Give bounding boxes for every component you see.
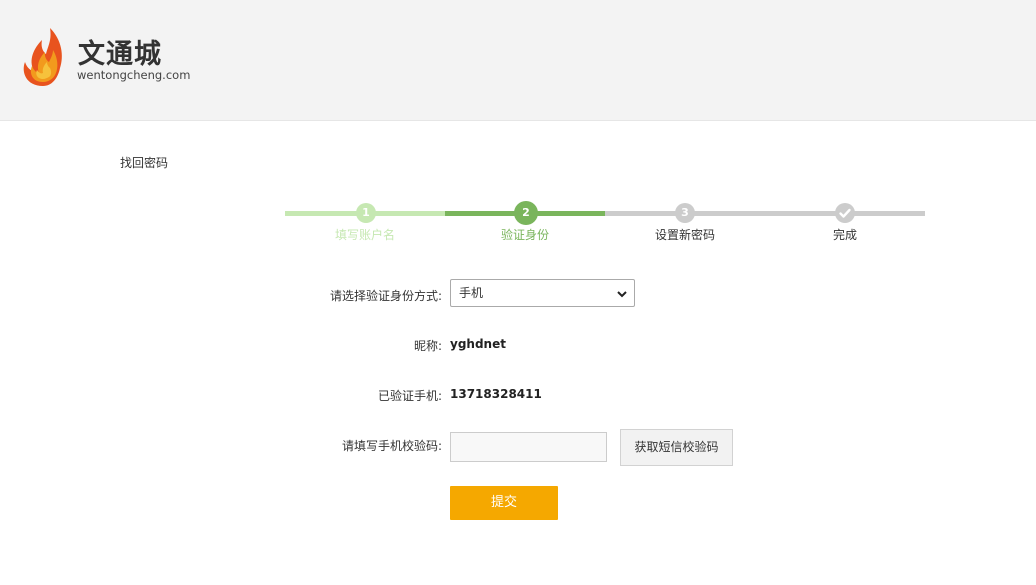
step-3-label: 设置新密码 [654, 228, 715, 242]
step-2-circle: 2 [514, 201, 538, 225]
site-logo[interactable]: 文通城 wentongcheng.com [20, 26, 220, 90]
brand-name: 文通城 [78, 39, 162, 70]
site-header: 文通城 wentongcheng.com [0, 0, 1036, 121]
submit-button[interactable]: 提交 [450, 486, 558, 520]
step-4-circle [835, 203, 855, 223]
phone-value: 13718328411 [450, 387, 542, 401]
nickname-value: yghdnet [450, 337, 506, 351]
sms-code-label: 请填写手机校验码: [341, 439, 442, 453]
step-1-label: 填写账户名 [334, 228, 395, 242]
check-icon [839, 208, 851, 218]
nickname-label: 昵称: [413, 339, 442, 353]
step-4-label: 完成 [832, 228, 857, 242]
verify-method-select[interactable]: 手机 [450, 279, 635, 307]
brand-domain: wentongcheng.com [77, 68, 191, 82]
step-3-circle: 3 [675, 203, 695, 223]
get-sms-code-button[interactable]: 获取短信校验码 [620, 429, 733, 466]
phone-label: 已验证手机: [377, 389, 442, 403]
sms-code-input[interactable] [450, 432, 607, 462]
chevron-down-icon [617, 291, 627, 298]
flame-logo-icon [23, 28, 62, 86]
method-label: 请选择验证身份方式: [329, 289, 442, 303]
verify-method-value: 手机 [459, 286, 484, 300]
page-title: 找回密码 [120, 156, 169, 170]
progress-steps: 1 2 3 填写账户名 验证身份 设置新密码 完成 [285, 200, 925, 245]
step-2-label: 验证身份 [500, 228, 549, 242]
step-1-circle: 1 [356, 203, 376, 223]
